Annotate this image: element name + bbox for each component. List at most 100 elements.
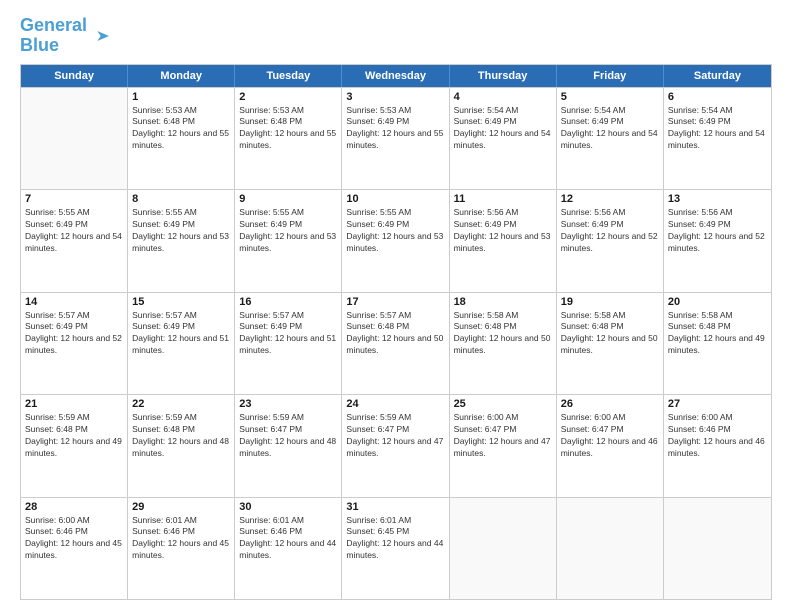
day-cell: 10 Sunrise: 5:55 AMSunset: 6:49 PMDayligh… xyxy=(342,190,449,291)
weekday-header-thursday: Thursday xyxy=(450,65,557,87)
day-cell: 11 Sunrise: 5:56 AMSunset: 6:49 PMDayligh… xyxy=(450,190,557,291)
day-cell: 17Sunrise: 5:57 AMSunset: 6:48 PMDayligh… xyxy=(342,293,449,394)
day-info: Sunrise: 5:57 AMSunset: 6:49 PMDaylight:… xyxy=(25,310,123,358)
day-info: Sunrise: 6:00 AMSunset: 6:47 PMDaylight:… xyxy=(454,412,552,460)
day-info: Sunrise: 5:53 AMSunset: 6:49 PMDaylight:… xyxy=(346,105,444,153)
day-number: 1 xyxy=(132,91,230,103)
day-number: 6 xyxy=(668,91,767,103)
logo-icon xyxy=(89,29,109,43)
day-info: Sunrise: 5:54 AMSunset: 6:49 PMDaylight:… xyxy=(668,105,767,153)
day-info: Sunrise: 5:56 AMSunset: 6:49 PMDaylight:… xyxy=(454,207,552,255)
day-number: 8 xyxy=(132,193,230,205)
day-number: 26 xyxy=(561,398,659,410)
day-info: Sunrise: 6:00 AMSunset: 6:47 PMDaylight:… xyxy=(561,412,659,460)
day-cell: 20 Sunrise: 5:58 AMSunset: 6:48 PMDayligh… xyxy=(664,293,771,394)
day-cell: 8 Sunrise: 5:55 AMSunset: 6:49 PMDaylight… xyxy=(128,190,235,291)
day-info: Sunrise: 5:55 AMSunset: 6:49 PMDaylight:… xyxy=(132,207,230,255)
day-cell: 4 Sunrise: 5:54 AMSunset: 6:49 PMDaylight… xyxy=(450,88,557,189)
day-number: 9 xyxy=(239,193,337,205)
day-number: 23 xyxy=(239,398,337,410)
day-number: 13 xyxy=(668,193,767,205)
day-cell: 18 Sunrise: 5:58 AMSunset: 6:48 PMDayligh… xyxy=(450,293,557,394)
day-cell: 28 Sunrise: 6:00 AMSunset: 6:46 PMDayligh… xyxy=(21,498,128,599)
day-number: 18 xyxy=(454,296,552,308)
day-info: Sunrise: 5:59 AMSunset: 6:47 PMDaylight:… xyxy=(239,412,337,460)
day-info: Sunrise: 5:54 AMSunset: 6:49 PMDaylight:… xyxy=(454,105,552,153)
day-number: 31 xyxy=(346,501,444,513)
day-info: Sunrise: 5:58 AMSunset: 6:48 PMDaylight:… xyxy=(561,310,659,358)
week-row-2: 14 Sunrise: 5:57 AMSunset: 6:49 PMDayligh… xyxy=(21,292,771,394)
day-number: 20 xyxy=(668,296,767,308)
week-row-0: 1 Sunrise: 5:53 AMSunset: 6:48 PMDaylight… xyxy=(21,87,771,189)
day-cell: 12Sunrise: 5:56 AMSunset: 6:49 PMDayligh… xyxy=(557,190,664,291)
day-info: Sunrise: 5:55 AMSunset: 6:49 PMDaylight:… xyxy=(346,207,444,255)
day-cell: 24Sunrise: 5:59 AMSunset: 6:47 PMDayligh… xyxy=(342,395,449,496)
day-number: 15 xyxy=(132,296,230,308)
day-info: Sunrise: 6:00 AMSunset: 6:46 PMDaylight:… xyxy=(25,515,123,563)
day-cell: 19Sunrise: 5:58 AMSunset: 6:48 PMDayligh… xyxy=(557,293,664,394)
day-info: Sunrise: 5:59 AMSunset: 6:48 PMDaylight:… xyxy=(132,412,230,460)
weekday-header-tuesday: Tuesday xyxy=(235,65,342,87)
day-info: Sunrise: 5:53 AMSunset: 6:48 PMDaylight:… xyxy=(132,105,230,153)
weekday-header-monday: Monday xyxy=(128,65,235,87)
day-number: 29 xyxy=(132,501,230,513)
day-info: Sunrise: 5:56 AMSunset: 6:49 PMDaylight:… xyxy=(561,207,659,255)
day-cell: 30Sunrise: 6:01 AMSunset: 6:46 PMDayligh… xyxy=(235,498,342,599)
weekday-header-saturday: Saturday xyxy=(664,65,771,87)
day-cell: 5Sunrise: 5:54 AMSunset: 6:49 PMDaylight… xyxy=(557,88,664,189)
day-cell: 6 Sunrise: 5:54 AMSunset: 6:49 PMDaylight… xyxy=(664,88,771,189)
day-cell: 2Sunrise: 5:53 AMSunset: 6:48 PMDaylight… xyxy=(235,88,342,189)
weekday-header-sunday: Sunday xyxy=(21,65,128,87)
day-number: 21 xyxy=(25,398,123,410)
day-info: Sunrise: 6:01 AMSunset: 6:45 PMDaylight:… xyxy=(346,515,444,563)
day-number: 16 xyxy=(239,296,337,308)
day-cell: 16 Sunrise: 5:57 AMSunset: 6:49 PMDayligh… xyxy=(235,293,342,394)
day-cell: 3 Sunrise: 5:53 AMSunset: 6:49 PMDaylight… xyxy=(342,88,449,189)
day-number: 3 xyxy=(346,91,444,103)
day-number: 17 xyxy=(346,296,444,308)
day-info: Sunrise: 5:59 AMSunset: 6:47 PMDaylight:… xyxy=(346,412,444,460)
week-row-1: 7 Sunrise: 5:55 AMSunset: 6:49 PMDaylight… xyxy=(21,189,771,291)
calendar-body: 1 Sunrise: 5:53 AMSunset: 6:48 PMDaylight… xyxy=(21,87,771,599)
logo: General Blue xyxy=(20,16,109,56)
week-row-3: 21 Sunrise: 5:59 AMSunset: 6:48 PMDayligh… xyxy=(21,394,771,496)
day-cell: 1 Sunrise: 5:53 AMSunset: 6:48 PMDaylight… xyxy=(128,88,235,189)
day-info: Sunrise: 6:00 AMSunset: 6:46 PMDaylight:… xyxy=(668,412,767,460)
calendar-header: SundayMondayTuesdayWednesdayThursdayFrid… xyxy=(21,65,771,87)
day-info: Sunrise: 5:59 AMSunset: 6:48 PMDaylight:… xyxy=(25,412,123,460)
day-cell: 14 Sunrise: 5:57 AMSunset: 6:49 PMDayligh… xyxy=(21,293,128,394)
day-cell: 23 Sunrise: 5:59 AMSunset: 6:47 PMDayligh… xyxy=(235,395,342,496)
day-cell: 22 Sunrise: 5:59 AMSunset: 6:48 PMDayligh… xyxy=(128,395,235,496)
day-info: Sunrise: 6:01 AMSunset: 6:46 PMDaylight:… xyxy=(239,515,337,563)
day-cell: 25Sunrise: 6:00 AMSunset: 6:47 PMDayligh… xyxy=(450,395,557,496)
day-number: 7 xyxy=(25,193,123,205)
day-info: Sunrise: 5:57 AMSunset: 6:49 PMDaylight:… xyxy=(239,310,337,358)
day-info: Sunrise: 5:55 AMSunset: 6:49 PMDaylight:… xyxy=(25,207,123,255)
day-number: 27 xyxy=(668,398,767,410)
day-info: Sunrise: 5:58 AMSunset: 6:48 PMDaylight:… xyxy=(454,310,552,358)
week-row-4: 28 Sunrise: 6:00 AMSunset: 6:46 PMDayligh… xyxy=(21,497,771,599)
day-number: 28 xyxy=(25,501,123,513)
logo-text: General Blue xyxy=(20,16,87,56)
logo-blue: Blue xyxy=(20,35,59,55)
day-cell: 15Sunrise: 5:57 AMSunset: 6:49 PMDayligh… xyxy=(128,293,235,394)
weekday-header-wednesday: Wednesday xyxy=(342,65,449,87)
day-cell: 31 Sunrise: 6:01 AMSunset: 6:45 PMDayligh… xyxy=(342,498,449,599)
day-info: Sunrise: 6:01 AMSunset: 6:46 PMDaylight:… xyxy=(132,515,230,563)
day-info: Sunrise: 5:54 AMSunset: 6:49 PMDaylight:… xyxy=(561,105,659,153)
day-cell: 27 Sunrise: 6:00 AMSunset: 6:46 PMDayligh… xyxy=(664,395,771,496)
day-info: Sunrise: 5:53 AMSunset: 6:48 PMDaylight:… xyxy=(239,105,337,153)
day-number: 22 xyxy=(132,398,230,410)
day-info: Sunrise: 5:58 AMSunset: 6:48 PMDaylight:… xyxy=(668,310,767,358)
day-cell xyxy=(664,498,771,599)
day-cell: 7 Sunrise: 5:55 AMSunset: 6:49 PMDaylight… xyxy=(21,190,128,291)
day-cell: 29 Sunrise: 6:01 AMSunset: 6:46 PMDayligh… xyxy=(128,498,235,599)
header: General Blue xyxy=(20,16,772,56)
day-number: 4 xyxy=(454,91,552,103)
logo-general: General xyxy=(20,15,87,35)
page: General Blue SundayMondayTuesdayWednesda… xyxy=(0,0,792,612)
day-cell xyxy=(450,498,557,599)
day-number: 14 xyxy=(25,296,123,308)
day-number: 10 xyxy=(346,193,444,205)
day-number: 11 xyxy=(454,193,552,205)
